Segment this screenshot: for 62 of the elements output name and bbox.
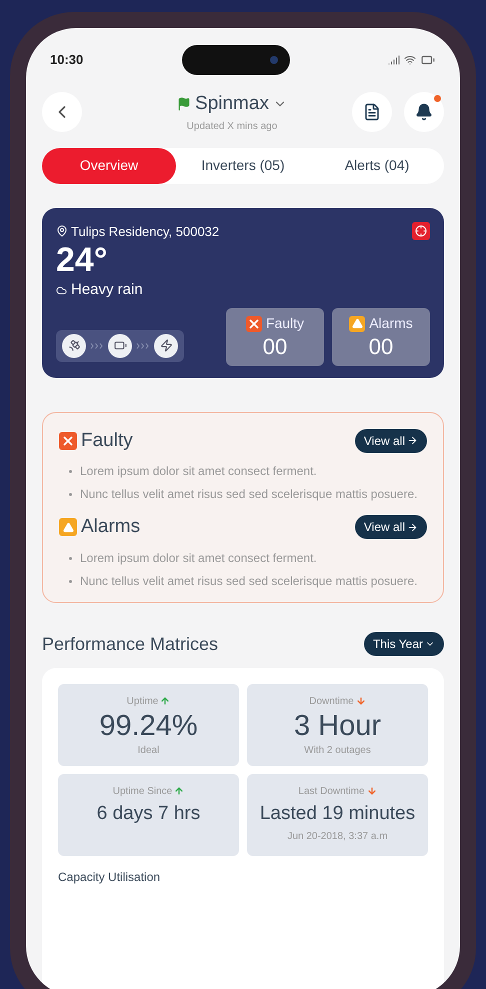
location-text: Tulips Residency, 500032 [71,222,220,241]
flag-icon [177,97,192,112]
metric-label: Downtime [309,694,354,708]
battery-icon [420,53,436,67]
arrow-up-icon [174,786,184,796]
metric-label: Uptime Since [112,784,172,798]
tab[interactable]: Inverters (05) [176,148,310,184]
capacity-label: Capacity Utilisation [58,868,162,886]
section-title: Performance Matrices [42,632,218,656]
alert-text: Nunc tellus velit amet risus sed sed scelerisque mattis posuere. [80,486,418,503]
status-time: 10:30 [50,51,84,70]
view-all-button[interactable]: View all [354,428,427,453]
chevrons-icon [136,342,150,348]
alert-text: Lorem ipsum dolor sit amet consect ferment. [80,550,317,566]
location-pin-icon [56,225,68,238]
document-icon [362,102,381,121]
alert-text: Lorem ipsum dolor sit amet consect ferment. [80,463,317,480]
metric-note: With 2 outages [304,744,371,758]
signal-icon [388,54,400,66]
temperature: 24° [56,241,108,279]
stat-label: Alarms [369,314,413,333]
satellite-icon [68,339,80,352]
metric-value: Lasted 19 minutes [260,802,416,826]
chevrons-icon [90,342,104,348]
weather-condition: Heavy rain [71,280,143,300]
bullet-icon [69,580,72,582]
bullet-icon [69,493,72,496]
alert-text: Nunc tellus velit amet risus sed sed scelerisque mattis posuere. [80,572,418,590]
arrow-right-icon [407,522,418,533]
locate-button[interactable] [412,222,430,240]
bullet-icon [69,556,72,560]
error-icon [246,316,262,332]
metric-value: 3 Hour [294,708,382,742]
arrow-down-icon [366,786,377,796]
metric-value: 6 days 7 hrs [96,802,200,826]
updated-text: Updated X mins ago [186,120,278,134]
battery-icon [114,339,126,352]
warning-icon [59,518,77,536]
metric-label: Uptime [126,694,158,708]
cloud-icon [56,284,67,296]
bell-icon [414,102,433,121]
metric-label: Last Downtime [298,784,365,798]
arrow-up-icon [160,696,170,706]
error-icon [59,432,77,450]
stat-value: 00 [262,334,288,360]
metric-value: 99.24% [99,708,198,742]
stat-label: Faulty [266,314,304,333]
period-dropdown[interactable]: This Year [364,632,444,656]
warning-icon [349,316,366,332]
tab[interactable]: Overview [42,148,176,184]
bullet-icon [69,470,72,473]
alert-title: Alarms [81,515,140,539]
stat-value: 00 [368,334,394,360]
arrow-right-icon [407,435,418,446]
alert-title: Faulty [81,428,133,452]
metric-note: Ideal [138,744,160,758]
tab[interactable]: Alerts (04) [310,148,444,184]
site-title[interactable]: Spinmax [195,90,269,118]
metric-note: Jun 20-2018, 3:37 a.m [287,830,388,844]
arrow-down-icon [356,696,366,706]
lightning-icon [160,339,172,352]
view-all-button[interactable]: View all [354,515,427,540]
